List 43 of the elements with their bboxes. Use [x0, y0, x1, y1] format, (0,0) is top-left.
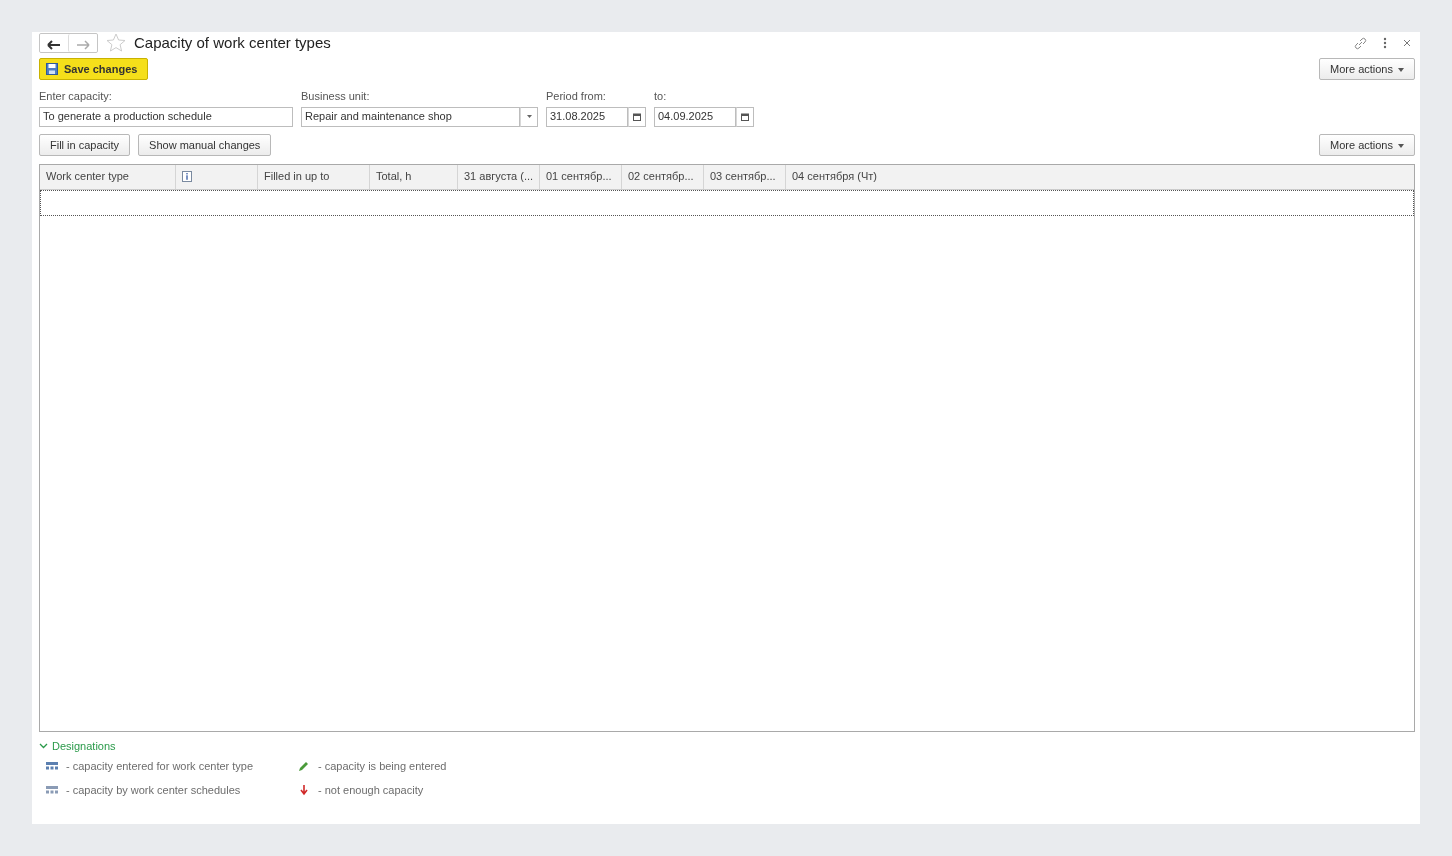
- save-button[interactable]: Save changes: [39, 58, 149, 80]
- legend-text: - capacity is being entered: [318, 759, 447, 774]
- dropdown-button[interactable]: [520, 106, 538, 127]
- date-field[interactable]: 31.08.2025: [546, 106, 628, 127]
- caret-icon: [1398, 68, 1404, 73]
- calendar-icon: [633, 112, 641, 121]
- more-actions-button[interactable]: More actions: [1319, 58, 1415, 80]
- left-arrow-icon: [47, 40, 61, 51]
- column-header[interactable]: 02 сентябр...: [622, 164, 704, 189]
- dropdown-field[interactable]: Repair and maintenance shop: [301, 106, 520, 127]
- legend-text: - capacity entered for work center type: [66, 759, 254, 774]
- legend-text: - capacity by work center schedules: [66, 782, 241, 798]
- field-label: Enter capacity:: [39, 89, 113, 104]
- right-arrow-icon: [76, 40, 90, 51]
- input-field[interactable]: To generate a production schedule: [39, 106, 293, 127]
- close-icon[interactable]: [1403, 39, 1411, 47]
- field-label: to:: [654, 89, 668, 104]
- field-label: Period from:: [546, 89, 607, 104]
- info-icon: [182, 171, 192, 182]
- column-header[interactable]: 31 августа (...: [458, 164, 540, 189]
- column-header[interactable]: 04 сентября (Чт): [786, 164, 1414, 189]
- toolbar-button[interactable]: Fill in capacity: [39, 133, 131, 156]
- table-row[interactable]: [40, 189, 1414, 216]
- star-icon[interactable]: [106, 33, 126, 53]
- caret-icon: [526, 115, 532, 118]
- date-field[interactable]: 04.09.2025: [654, 106, 736, 127]
- field-label: Business unit:: [301, 89, 371, 104]
- calendar-button[interactable]: [736, 106, 754, 127]
- caret-icon: [1398, 143, 1404, 148]
- calendar-button[interactable]: [628, 106, 646, 127]
- window-title: Capacity of work center types: [134, 32, 331, 53]
- more-actions-button[interactable]: More actions: [1319, 133, 1415, 156]
- legend-text: - not enough capacity: [318, 782, 424, 798]
- column-header[interactable]: Work center type: [40, 164, 176, 189]
- calendar-icon: [741, 112, 749, 121]
- link-icon[interactable]: [1354, 36, 1367, 50]
- column-header[interactable]: 01 сентябр...: [540, 164, 622, 189]
- designations-title: Designations: [52, 738, 116, 754]
- column-header[interactable]: Total, h: [370, 164, 458, 189]
- column-header[interactable]: Filled in up to: [258, 164, 370, 189]
- column-header[interactable]: 03 сентябр...: [704, 164, 786, 189]
- toolbar-button[interactable]: Show manual changes: [138, 133, 272, 156]
- menu-icon[interactable]: [1383, 37, 1387, 49]
